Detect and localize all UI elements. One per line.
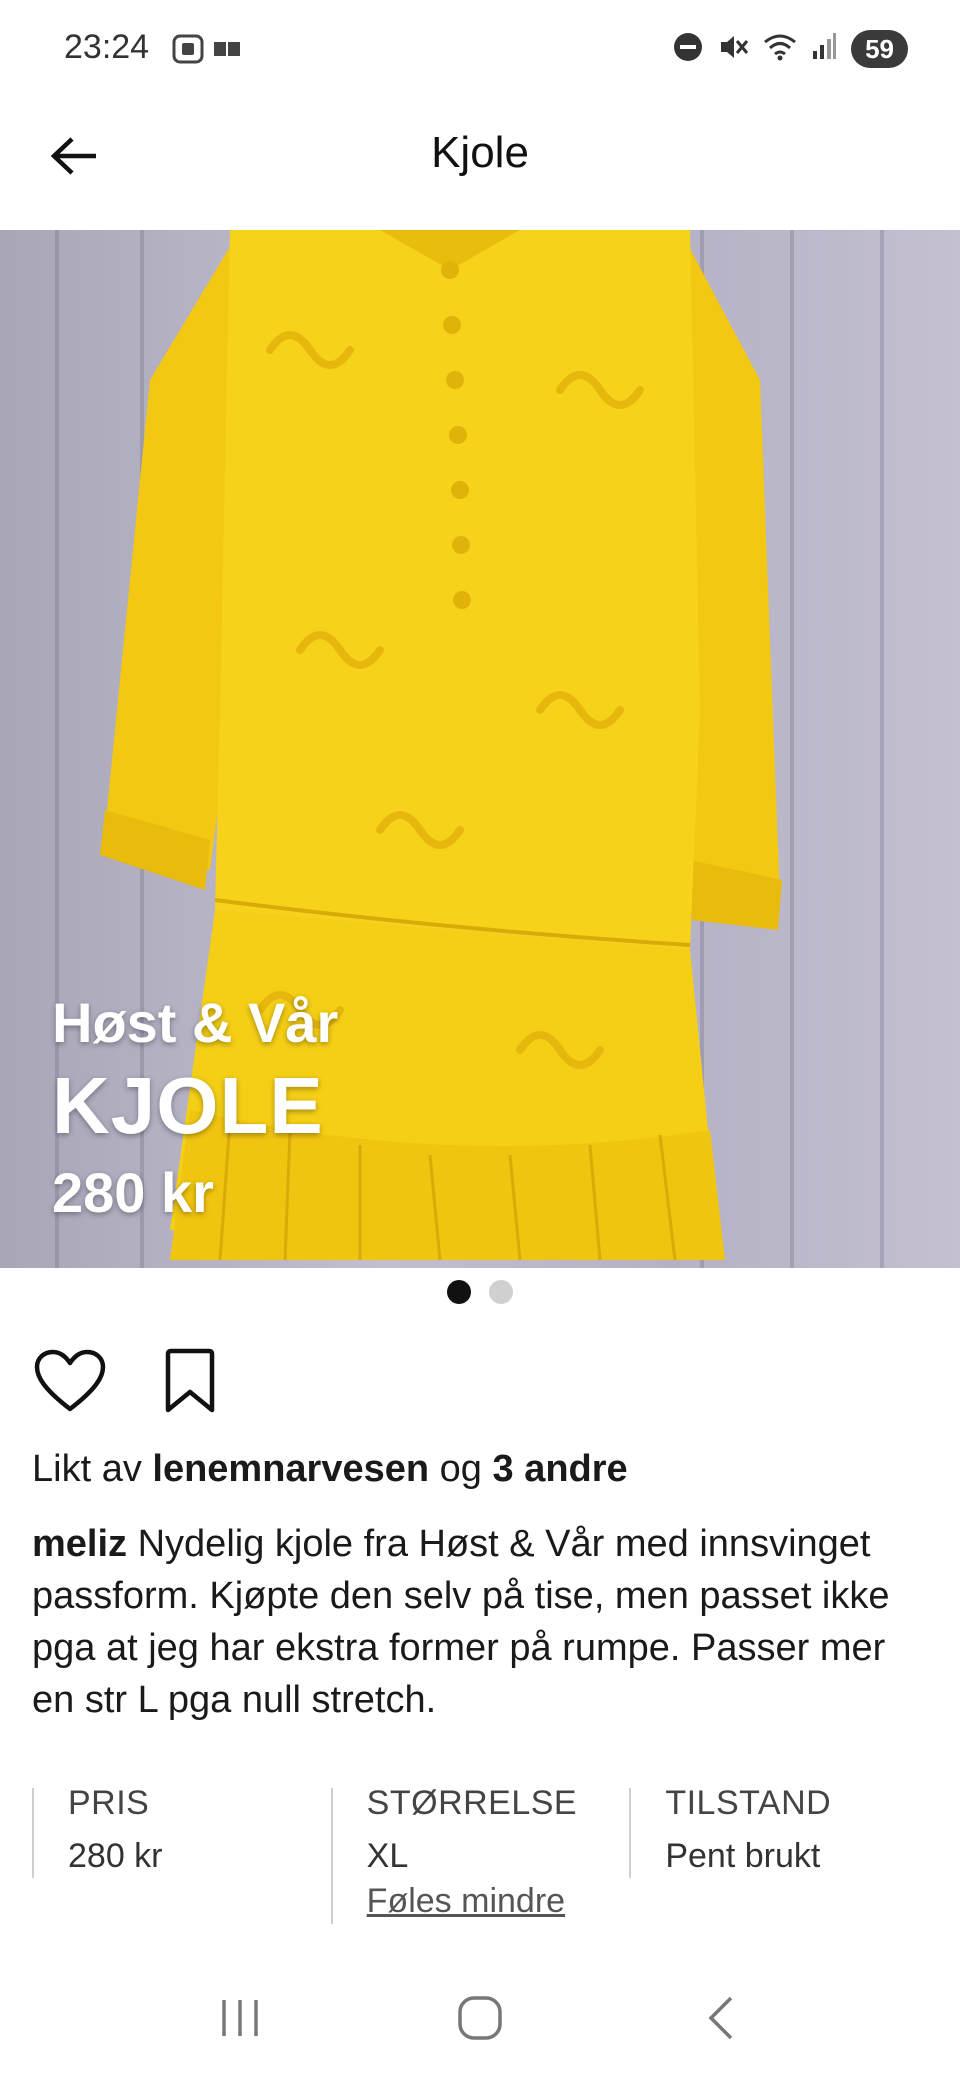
liked-by-others[interactable]: 3 andre bbox=[493, 1448, 628, 1490]
product-image[interactable]: Høst & Vår KJOLE 280 kr bbox=[0, 230, 960, 1268]
status-bar: 23:24 59 bbox=[0, 0, 960, 100]
post-actions bbox=[32, 1345, 228, 1421]
condition-value: Pent brukt bbox=[665, 1837, 821, 1875]
overlay-product-name: KJOLE bbox=[52, 1061, 324, 1150]
overlay-price: 280 kr bbox=[52, 1161, 214, 1224]
carousel-indicator bbox=[0, 1280, 960, 1304]
liked-by-user[interactable]: lenemnarvesen bbox=[152, 1448, 429, 1490]
media-icon bbox=[214, 39, 242, 64]
save-button[interactable] bbox=[152, 1345, 228, 1421]
screenshot-icon bbox=[172, 34, 204, 69]
dnd-icon bbox=[673, 32, 703, 67]
app-header: Kjole bbox=[0, 100, 960, 230]
signal-icon bbox=[811, 32, 837, 66]
size-info: STØRRELSE XL Føles mindre bbox=[330, 1784, 630, 1924]
condition-info: TILSTAND Pent brukt bbox=[629, 1784, 928, 1878]
status-time: 23:24 bbox=[64, 28, 150, 66]
like-button[interactable] bbox=[32, 1345, 108, 1421]
page-title: Kjole bbox=[431, 128, 529, 177]
carousel-dot-1[interactable] bbox=[447, 1280, 471, 1304]
heart-icon bbox=[34, 1349, 106, 1418]
home-button[interactable] bbox=[440, 1980, 520, 2060]
post-description: meliz Nydelig kjole fra Høst & Vår med i… bbox=[32, 1518, 932, 1726]
system-back-button[interactable] bbox=[680, 1980, 760, 2060]
product-info: PRIS 280 kr STØRRELSE XL Føles mindre TI… bbox=[32, 1784, 928, 1924]
bookmark-icon bbox=[162, 1348, 218, 1419]
system-nav-bar bbox=[0, 1960, 960, 2080]
likes-summary: Likt av lenemnarvesen og 3 andre bbox=[32, 1448, 628, 1490]
seller-username[interactable]: meliz bbox=[32, 1523, 127, 1565]
description-text: Nydelig kjole fra Høst & Vår med innsvin… bbox=[32, 1523, 890, 1721]
price-info: PRIS 280 kr bbox=[32, 1784, 331, 1878]
recents-button[interactable] bbox=[200, 1980, 280, 2060]
back-icon bbox=[703, 1994, 737, 2047]
mute-icon bbox=[717, 32, 749, 67]
carousel-dot-2[interactable] bbox=[489, 1280, 513, 1304]
recents-icon bbox=[218, 1998, 262, 2043]
overlay-brand: Høst & Vår bbox=[52, 991, 339, 1054]
wifi-icon bbox=[763, 32, 797, 67]
price-label: PRIS bbox=[68, 1784, 150, 1822]
size-label: STØRRELSE bbox=[366, 1784, 578, 1822]
size-note-link[interactable]: Føles mindre bbox=[367, 1882, 630, 1921]
battery-indicator: 59 bbox=[851, 30, 908, 68]
home-icon bbox=[456, 1994, 504, 2047]
condition-label: TILSTAND bbox=[665, 1784, 832, 1822]
price-value: 280 kr bbox=[68, 1837, 163, 1875]
size-value: XL bbox=[366, 1837, 409, 1875]
